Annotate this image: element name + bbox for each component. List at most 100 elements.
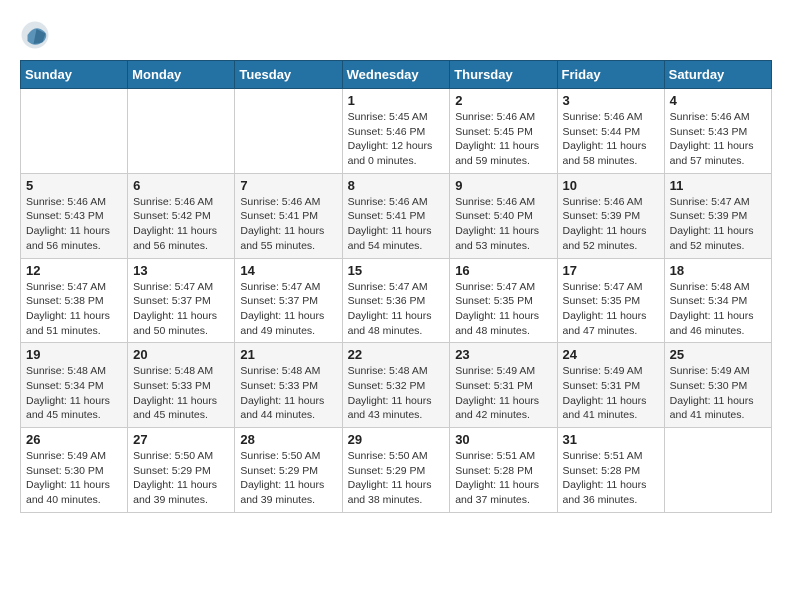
calendar-cell: 22Sunrise: 5:48 AM Sunset: 5:32 PM Dayli… [342,343,450,428]
calendar-cell: 3 Sunrise: 5:46 AM Sunset: 5:44 PM Daylig… [557,89,664,174]
calendar-cell: 19 Sunrise: 5:48 AM Sunset: 5:34 PM Dayli… [21,343,128,428]
day-number: 24 [563,347,659,362]
day-number: 4 [670,93,766,108]
header-sunday: Sunday [21,61,128,89]
day-info: Sunrise: 5:47 AM Sunset: 5:38 PM Dayligh… [26,280,122,339]
calendar-cell: 16 Sunrise: 5:47 AM Sunset: 5:35 PM Dayli… [450,258,557,343]
calendar-cell: 10 Sunrise: 5:46 AM Sunset: 5:39 PM Dayli… [557,173,664,258]
page-header [20,20,772,50]
calendar-cell: 2Sunrise: 5:46 AM Sunset: 5:45 PM Daylig… [450,89,557,174]
day-number: 11 [670,178,766,193]
calendar-cell: 20Sunrise: 5:48 AM Sunset: 5:33 PM Dayli… [128,343,235,428]
day-number: 15 [348,263,445,278]
calendar-cell [21,89,128,174]
calendar-cell: 21 Sunrise: 5:48 AM Sunset: 5:33 PM Dayli… [235,343,342,428]
day-number: 25 [670,347,766,362]
calendar-cell: 11 Sunrise: 5:47 AM Sunset: 5:39 PM Dayli… [664,173,771,258]
day-number: 30 [455,432,551,447]
day-number: 9 [455,178,551,193]
day-info: Sunrise: 5:47 AM Sunset: 5:35 PM Dayligh… [563,280,659,339]
day-info: Sunrise: 5:46 AM Sunset: 5:41 PM Dayligh… [240,195,336,254]
day-info: Sunrise: 5:46 AM Sunset: 5:39 PM Dayligh… [563,195,659,254]
day-info: Sunrise: 5:51 AM Sunset: 5:28 PM Dayligh… [563,449,659,508]
day-info: Sunrise: 5:49 AM Sunset: 5:31 PM Dayligh… [455,364,551,423]
day-info: Sunrise: 5:46 AM Sunset: 5:42 PM Dayligh… [133,195,229,254]
day-info: Sunrise: 5:46 AM Sunset: 5:44 PM Dayligh… [563,110,659,169]
header-monday: Monday [128,61,235,89]
day-info: Sunrise: 5:49 AM Sunset: 5:30 PM Dayligh… [26,449,122,508]
day-number: 10 [563,178,659,193]
calendar-cell: 12Sunrise: 5:47 AM Sunset: 5:38 PM Dayli… [21,258,128,343]
calendar-cell [128,89,235,174]
day-info: Sunrise: 5:47 AM Sunset: 5:35 PM Dayligh… [455,280,551,339]
day-number: 7 [240,178,336,193]
day-info: Sunrise: 5:46 AM Sunset: 5:40 PM Dayligh… [455,195,551,254]
day-info: Sunrise: 5:46 AM Sunset: 5:45 PM Dayligh… [455,110,551,169]
day-info: Sunrise: 5:50 AM Sunset: 5:29 PM Dayligh… [348,449,445,508]
calendar-cell: 9 Sunrise: 5:46 AM Sunset: 5:40 PM Daylig… [450,173,557,258]
calendar-cell: 27 Sunrise: 5:50 AM Sunset: 5:29 PM Dayli… [128,428,235,513]
day-info: Sunrise: 5:48 AM Sunset: 5:33 PM Dayligh… [240,364,336,423]
day-number: 31 [563,432,659,447]
day-number: 28 [240,432,336,447]
header-tuesday: Tuesday [235,61,342,89]
day-number: 27 [133,432,229,447]
day-number: 20 [133,347,229,362]
day-info: Sunrise: 5:50 AM Sunset: 5:29 PM Dayligh… [133,449,229,508]
day-number: 13 [133,263,229,278]
calendar-week-2: 5 Sunrise: 5:46 AM Sunset: 5:43 PM Daylig… [21,173,772,258]
header-friday: Friday [557,61,664,89]
day-info: Sunrise: 5:45 AM Sunset: 5:46 PM Dayligh… [348,110,445,169]
day-info: Sunrise: 5:48 AM Sunset: 5:34 PM Dayligh… [26,364,122,423]
calendar-table: SundayMondayTuesdayWednesdayThursdayFrid… [20,60,772,513]
day-number: 29 [348,432,445,447]
calendar-cell [235,89,342,174]
calendar-week-4: 19 Sunrise: 5:48 AM Sunset: 5:34 PM Dayli… [21,343,772,428]
day-info: Sunrise: 5:49 AM Sunset: 5:30 PM Dayligh… [670,364,766,423]
day-number: 21 [240,347,336,362]
day-number: 18 [670,263,766,278]
calendar-cell: 4 Sunrise: 5:46 AM Sunset: 5:43 PM Daylig… [664,89,771,174]
calendar-cell: 17Sunrise: 5:47 AM Sunset: 5:35 PM Dayli… [557,258,664,343]
day-number: 5 [26,178,122,193]
calendar-cell: 1 Sunrise: 5:45 AM Sunset: 5:46 PM Daylig… [342,89,450,174]
calendar-cell: 25 Sunrise: 5:49 AM Sunset: 5:30 PM Dayli… [664,343,771,428]
calendar-cell: 31 Sunrise: 5:51 AM Sunset: 5:28 PM Dayli… [557,428,664,513]
calendar-cell: 8Sunrise: 5:46 AM Sunset: 5:41 PM Daylig… [342,173,450,258]
header-thursday: Thursday [450,61,557,89]
calendar-cell: 24 Sunrise: 5:49 AM Sunset: 5:31 PM Dayli… [557,343,664,428]
day-number: 14 [240,263,336,278]
calendar-cell: 5 Sunrise: 5:46 AM Sunset: 5:43 PM Daylig… [21,173,128,258]
calendar-cell: 18 Sunrise: 5:48 AM Sunset: 5:34 PM Dayli… [664,258,771,343]
calendar-cell: 26 Sunrise: 5:49 AM Sunset: 5:30 PM Dayli… [21,428,128,513]
day-info: Sunrise: 5:47 AM Sunset: 5:37 PM Dayligh… [133,280,229,339]
day-info: Sunrise: 5:46 AM Sunset: 5:43 PM Dayligh… [26,195,122,254]
day-info: Sunrise: 5:46 AM Sunset: 5:43 PM Dayligh… [670,110,766,169]
calendar-cell [664,428,771,513]
day-info: Sunrise: 5:47 AM Sunset: 5:36 PM Dayligh… [348,280,445,339]
calendar-cell: 15 Sunrise: 5:47 AM Sunset: 5:36 PM Dayli… [342,258,450,343]
day-number: 3 [563,93,659,108]
calendar-cell: 23Sunrise: 5:49 AM Sunset: 5:31 PM Dayli… [450,343,557,428]
header-saturday: Saturday [664,61,771,89]
day-info: Sunrise: 5:48 AM Sunset: 5:34 PM Dayligh… [670,280,766,339]
day-number: 8 [348,178,445,193]
logo-icon [20,20,50,50]
calendar-cell: 29 Sunrise: 5:50 AM Sunset: 5:29 PM Dayli… [342,428,450,513]
day-number: 6 [133,178,229,193]
day-number: 19 [26,347,122,362]
day-number: 16 [455,263,551,278]
calendar-week-3: 12Sunrise: 5:47 AM Sunset: 5:38 PM Dayli… [21,258,772,343]
day-number: 26 [26,432,122,447]
day-info: Sunrise: 5:47 AM Sunset: 5:39 PM Dayligh… [670,195,766,254]
day-info: Sunrise: 5:50 AM Sunset: 5:29 PM Dayligh… [240,449,336,508]
header-wednesday: Wednesday [342,61,450,89]
calendar-header-row: SundayMondayTuesdayWednesdayThursdayFrid… [21,61,772,89]
day-info: Sunrise: 5:49 AM Sunset: 5:31 PM Dayligh… [563,364,659,423]
day-number: 1 [348,93,445,108]
logo [20,20,54,50]
calendar-cell: 14 Sunrise: 5:47 AM Sunset: 5:37 PM Dayli… [235,258,342,343]
day-info: Sunrise: 5:47 AM Sunset: 5:37 PM Dayligh… [240,280,336,339]
calendar-week-1: 1 Sunrise: 5:45 AM Sunset: 5:46 PM Daylig… [21,89,772,174]
calendar-cell: 30Sunrise: 5:51 AM Sunset: 5:28 PM Dayli… [450,428,557,513]
